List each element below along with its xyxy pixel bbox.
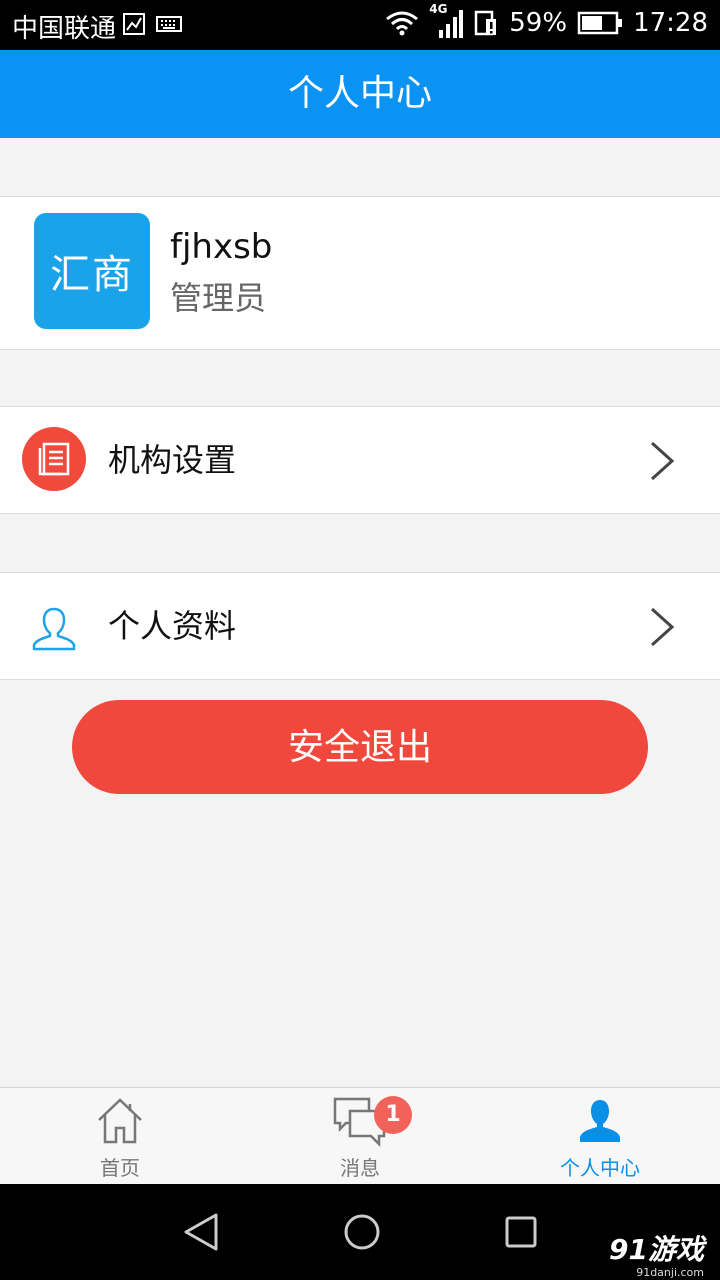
menu-item-org-settings[interactable]: 机构设置 (0, 406, 720, 514)
tab-personal-center[interactable]: 个人中心 (480, 1088, 720, 1185)
tab-home[interactable]: 首页 (0, 1088, 240, 1185)
home-icon (98, 1098, 142, 1144)
person-outline-icon (32, 607, 76, 651)
wifi-icon (386, 11, 419, 36)
message-count-badge: 1 (374, 1096, 412, 1134)
profile-card[interactable]: 汇商 fjhxsb 管理员 (0, 196, 720, 350)
image-notification-icon (123, 13, 145, 35)
tab-label: 首页 (100, 1156, 140, 1180)
header: 个人中心 (0, 50, 720, 138)
signal-icon (439, 10, 464, 38)
clock: 17:28 (633, 8, 708, 38)
status-bar: 中国联通 4G 59% 17:28 (0, 0, 720, 50)
menu-item-personal-info[interactable]: 个人资料 (0, 572, 720, 680)
battery-percent: 59% (509, 8, 568, 38)
tab-label: 消息 (340, 1156, 380, 1180)
status-notification-icons (122, 12, 182, 36)
chevron-right-icon (650, 607, 675, 647)
keyboard-notification-icon (156, 16, 182, 32)
menu-item-label: 个人资料 (108, 607, 237, 645)
tab-label: 个人中心 (560, 1156, 640, 1180)
sim-alert-icon (475, 10, 497, 36)
recent-apps-icon[interactable] (504, 1215, 538, 1249)
user-role: 管理员 (170, 279, 267, 317)
page-title: 个人中心 (287, 73, 432, 114)
document-list-icon (22, 427, 86, 491)
home-circle-icon[interactable] (342, 1212, 382, 1252)
back-icon[interactable] (182, 1212, 220, 1252)
carrier-name: 中国联通 (12, 14, 117, 44)
watermark-logo: 91游戏 91danji.com (609, 1228, 704, 1279)
battery-icon (577, 11, 623, 35)
watermark-text: 91游戏 (609, 1233, 704, 1266)
chevron-right-icon (650, 441, 675, 481)
username: fjhxsb (170, 227, 273, 267)
person-icon (580, 1100, 620, 1142)
menu-item-label: 机构设置 (108, 441, 237, 479)
avatar: 汇商 (34, 213, 150, 329)
logout-button[interactable]: 安全退出 (72, 700, 648, 794)
bottom-tab-bar: 首页 消息 个人中心 (0, 1087, 720, 1184)
tab-messages[interactable]: 消息 (240, 1088, 480, 1185)
